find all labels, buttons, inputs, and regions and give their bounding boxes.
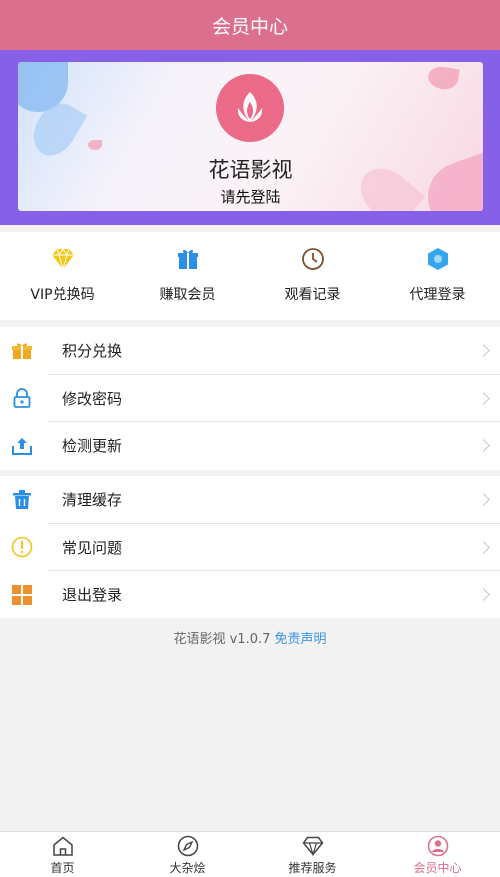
tab-label: 大杂烩 xyxy=(169,861,206,875)
chevron-right-icon xyxy=(477,344,490,358)
diamond-icon xyxy=(302,835,324,857)
compass-icon xyxy=(177,835,199,857)
tab-label: 首页 xyxy=(50,861,75,875)
tab-label: 推荐服务 xyxy=(288,861,337,875)
page-title: 会员中心 xyxy=(211,15,288,38)
menu-item-label: 积分兑换 xyxy=(62,342,123,361)
home-icon xyxy=(52,835,74,857)
profile-banner-area: 花语影视 请先登陆 xyxy=(0,50,500,225)
quick-actions: VIP兑换码 赚取会员 观看记录 代理登录 xyxy=(0,232,500,320)
watch-history-button[interactable]: 观看记录 xyxy=(250,232,375,320)
info-icon xyxy=(11,536,33,558)
diamond-icon xyxy=(50,246,76,272)
quick-action-label: 观看记录 xyxy=(284,287,341,303)
bottom-tab-bar: 首页 大杂烩 推荐服务 会员中心 xyxy=(0,831,500,877)
app-logo xyxy=(216,74,284,142)
settings-group-2: 清理缓存 常见问题 退出登录 xyxy=(0,476,500,618)
lock-icon xyxy=(11,387,33,409)
clear-cache-item[interactable]: 清理缓存 xyxy=(0,476,500,524)
menu-item-label: 常见问题 xyxy=(62,538,123,557)
chevron-right-icon xyxy=(477,493,490,507)
check-update-item[interactable]: 检测更新 xyxy=(0,422,500,470)
hexagon-icon xyxy=(425,246,451,272)
app-name: 花语影视 xyxy=(208,158,293,182)
tab-mix[interactable]: 大杂烩 xyxy=(125,832,250,877)
decor-petal xyxy=(88,140,102,150)
upload-icon xyxy=(11,435,33,457)
tab-recommend[interactable]: 推荐服务 xyxy=(250,832,375,877)
grid-icon xyxy=(11,584,33,606)
quick-action-label: 赚取会员 xyxy=(159,287,216,303)
profile-banner[interactable]: 花语影视 请先登陆 xyxy=(18,62,483,211)
tab-label: 会员中心 xyxy=(413,861,462,875)
tab-home[interactable]: 首页 xyxy=(0,832,125,877)
menu-item-label: 退出登录 xyxy=(62,586,123,605)
chevron-right-icon xyxy=(477,540,490,554)
decor-petal xyxy=(426,64,460,92)
change-password-item[interactable]: 修改密码 xyxy=(0,375,500,422)
gift-icon xyxy=(175,246,201,272)
logout-item[interactable]: 退出登录 xyxy=(0,571,500,619)
vip-code-button[interactable]: VIP兑换码 xyxy=(0,232,125,320)
clock-icon xyxy=(300,246,326,272)
login-prompt[interactable]: 请先登陆 xyxy=(18,186,483,207)
faq-item[interactable]: 常见问题 xyxy=(0,524,500,571)
flower-logo-icon xyxy=(237,92,263,122)
tab-member-center[interactable]: 会员中心 xyxy=(375,832,500,877)
quick-action-label: VIP兑换码 xyxy=(30,287,95,303)
page-header: 会员中心 xyxy=(0,0,500,50)
chevron-right-icon xyxy=(477,391,490,405)
disclaimer-link[interactable]: 免责声明 xyxy=(275,632,327,647)
menu-item-label: 清理缓存 xyxy=(62,491,123,510)
settings-group-1: 积分兑换 修改密码 检测更新 xyxy=(0,327,500,470)
user-icon xyxy=(427,835,449,857)
agent-login-button[interactable]: 代理登录 xyxy=(375,232,500,320)
version-info: 花语影视 v1.0.7 免责声明 xyxy=(0,628,500,647)
trash-icon xyxy=(11,489,33,511)
earn-membership-button[interactable]: 赚取会员 xyxy=(125,232,250,320)
gift-icon xyxy=(11,340,33,362)
version-text: 花语影视 v1.0.7 xyxy=(173,632,271,647)
quick-action-label: 代理登录 xyxy=(409,287,466,303)
menu-item-label: 检测更新 xyxy=(62,437,123,456)
chevron-right-icon xyxy=(477,439,490,453)
menu-item-label: 修改密码 xyxy=(62,389,123,408)
chevron-right-icon xyxy=(477,588,490,602)
points-exchange-item[interactable]: 积分兑换 xyxy=(0,327,500,375)
